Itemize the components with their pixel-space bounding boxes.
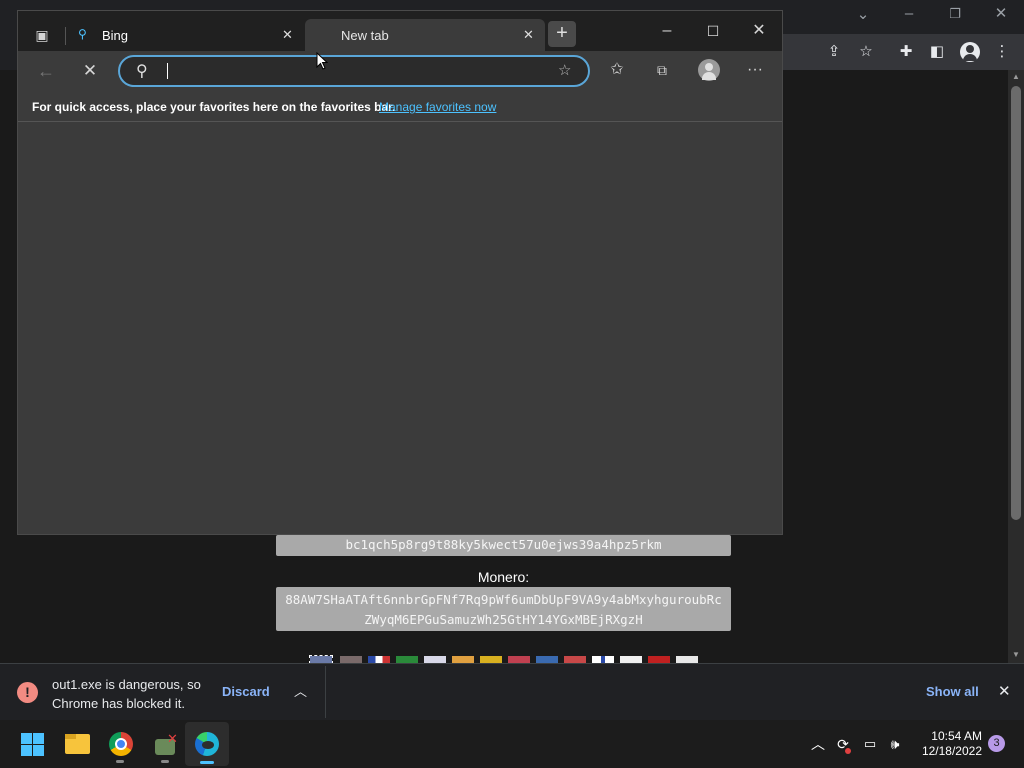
volume-icon[interactable]: 🕪 xyxy=(885,734,905,754)
text-caret xyxy=(167,63,168,79)
flag-icon[interactable] xyxy=(648,656,670,663)
scroll-down-icon[interactable]: ▼ xyxy=(1012,650,1020,659)
tab-actions-icon[interactable]: ▣ xyxy=(31,24,53,46)
monero-address-line1: 88AW7SHaATAft6nnbrGpFNf7Rq9pWf6umDbUpF9V… xyxy=(285,592,722,607)
tab-new-tab[interactable]: New tab ✕ xyxy=(305,19,545,51)
close-tab-icon[interactable]: ✕ xyxy=(523,27,534,43)
clock[interactable]: 10:54 AM 12/18/2022 xyxy=(912,729,982,759)
edge-page-content xyxy=(18,122,782,534)
stop-loading-icon[interactable]: ✕ xyxy=(79,60,101,82)
new-tab-plus-icon[interactable]: + xyxy=(548,21,576,47)
flag-icon[interactable] xyxy=(309,655,333,664)
danger-warning-icon: ! xyxy=(17,682,38,703)
alert-dot xyxy=(845,748,851,754)
scroll-up-icon[interactable]: ▲ xyxy=(1012,72,1020,81)
active-indicator xyxy=(200,761,214,764)
download-divider xyxy=(325,666,326,718)
extensions-icon[interactable]: ✚ xyxy=(895,41,917,63)
discard-button[interactable]: Discard xyxy=(222,684,270,699)
chrome-toolbar: ⇪ ☆ ✚ ◧ ⋮ xyxy=(780,34,1024,70)
avatar-head xyxy=(966,45,974,53)
flag-icon[interactable] xyxy=(564,656,586,663)
profile-avatar[interactable] xyxy=(698,59,720,81)
clock-time: 10:54 AM xyxy=(931,729,982,743)
windows-start-icon[interactable] xyxy=(21,733,44,756)
app-taskbar-icon[interactable]: ✕ xyxy=(153,731,179,757)
manage-favorites-link[interactable]: Manage favorites now xyxy=(379,100,496,114)
minimize-icon[interactable]: – xyxy=(899,4,919,24)
favorites-icon[interactable]: ✩ xyxy=(606,59,628,81)
favorites-bar: For quick access, place your favorites h… xyxy=(18,93,782,122)
side-panel-icon[interactable]: ◧ xyxy=(926,41,948,63)
minimize-icon[interactable]: – xyxy=(656,20,678,42)
chrome-taskbar-icon[interactable] xyxy=(109,732,133,756)
bookmark-star-icon[interactable]: ☆ xyxy=(855,41,877,63)
btc-address-box: bc1qch5p8rg9t88ky5kwect57u0ejws39a4hpz5r… xyxy=(276,535,731,556)
monero-label: Monero: xyxy=(477,569,530,585)
flag-icon[interactable] xyxy=(620,656,642,663)
scrollbar-thumb[interactable] xyxy=(1011,86,1021,520)
menu-dots-icon[interactable]: ⋮ xyxy=(991,41,1013,63)
tab-label: Bing xyxy=(102,28,129,43)
edge-window: ▣ ⚲ Bing ✕ New tab ✕ + – ☐ ✕ ← ✕ ✩ ⧉ ···… xyxy=(17,10,783,535)
flag-icon[interactable] xyxy=(536,656,558,663)
flag-icon[interactable] xyxy=(396,656,418,663)
notification-badge[interactable]: 3 xyxy=(988,735,1005,752)
tab-bing[interactable]: ⚲ Bing ✕ xyxy=(66,19,304,51)
file-explorer-icon[interactable] xyxy=(65,734,90,754)
download-message: out1.exe is dangerous, so Chrome has blo… xyxy=(52,675,201,713)
edge-tabbar: ▣ ⚲ Bing ✕ New tab ✕ + – ☐ ✕ xyxy=(18,11,782,51)
flag-icon[interactable] xyxy=(368,656,390,663)
clock-date: 12/18/2022 xyxy=(921,744,982,758)
avatar-body xyxy=(963,54,977,61)
flag-icon[interactable] xyxy=(592,656,614,663)
profile-avatar[interactable] xyxy=(960,42,980,62)
flag-icon[interactable] xyxy=(508,656,530,663)
tab-label: New tab xyxy=(341,28,389,43)
running-indicator xyxy=(161,760,169,763)
edge-icon xyxy=(195,732,219,756)
share-icon[interactable]: ⇪ xyxy=(823,41,845,63)
avatar-head xyxy=(705,63,713,71)
monero-address-box: 88AW7SHaATAft6nnbrGpFNf7Rq9pWf6umDbUpF9V… xyxy=(276,587,731,631)
avatar-body xyxy=(702,72,716,80)
running-indicator xyxy=(116,760,124,763)
close-tab-icon[interactable]: ✕ xyxy=(282,27,293,43)
network-icon[interactable]: ▭ xyxy=(860,734,880,754)
collections-icon[interactable]: ⧉ xyxy=(651,59,673,81)
show-all-button[interactable]: Show all xyxy=(926,684,979,699)
edge-taskbar-button[interactable] xyxy=(185,722,229,766)
settings-more-icon[interactable]: ··· xyxy=(744,59,766,81)
flag-icon[interactable] xyxy=(424,656,446,663)
close-download-bar-icon[interactable]: ✕ xyxy=(998,682,1011,700)
add-favorite-icon[interactable]: ☆ xyxy=(558,61,571,79)
chevron-up-icon[interactable]: ︿ xyxy=(294,681,307,700)
close-icon[interactable]: ✕ xyxy=(991,4,1011,24)
download-bar: ! out1.exe is dangerous, so Chrome has b… xyxy=(0,663,1024,720)
close-icon[interactable]: ✕ xyxy=(748,20,770,42)
taskbar: ✕ ︿ ⟳ ▭ 🕪 10:54 AM 12/18/2022 3 xyxy=(0,720,1024,768)
flag-icon[interactable] xyxy=(480,656,502,663)
flag-icon[interactable] xyxy=(340,656,362,663)
search-icon: ⚲ xyxy=(136,63,148,80)
download-message-line1: out1.exe is dangerous, so xyxy=(52,677,201,692)
chevron-down-icon[interactable]: ⌄ xyxy=(853,5,873,25)
flag-icon[interactable] xyxy=(452,656,474,663)
restore-icon[interactable]: ❐ xyxy=(945,4,965,24)
flag-icon[interactable] xyxy=(676,656,698,663)
back-arrow-icon[interactable]: ← xyxy=(35,60,57,82)
address-bar[interactable]: ⚲ ☆ xyxy=(118,55,590,87)
download-message-line2: Chrome has blocked it. xyxy=(52,696,185,711)
monero-address-line2: ZWyqM6EPGuSamuzWh25GtHY14YGxMBEjRXgzH xyxy=(364,612,643,627)
chevron-up-icon[interactable]: ︿ xyxy=(808,734,828,754)
btc-address: bc1qch5p8rg9t88ky5kwect57u0ejws39a4hpz5r… xyxy=(345,537,662,552)
mouse-cursor-icon xyxy=(316,52,328,70)
bing-search-icon: ⚲ xyxy=(78,27,87,41)
favbar-message: For quick access, place your favorites h… xyxy=(32,100,396,114)
maximize-icon[interactable]: ☐ xyxy=(702,20,724,42)
